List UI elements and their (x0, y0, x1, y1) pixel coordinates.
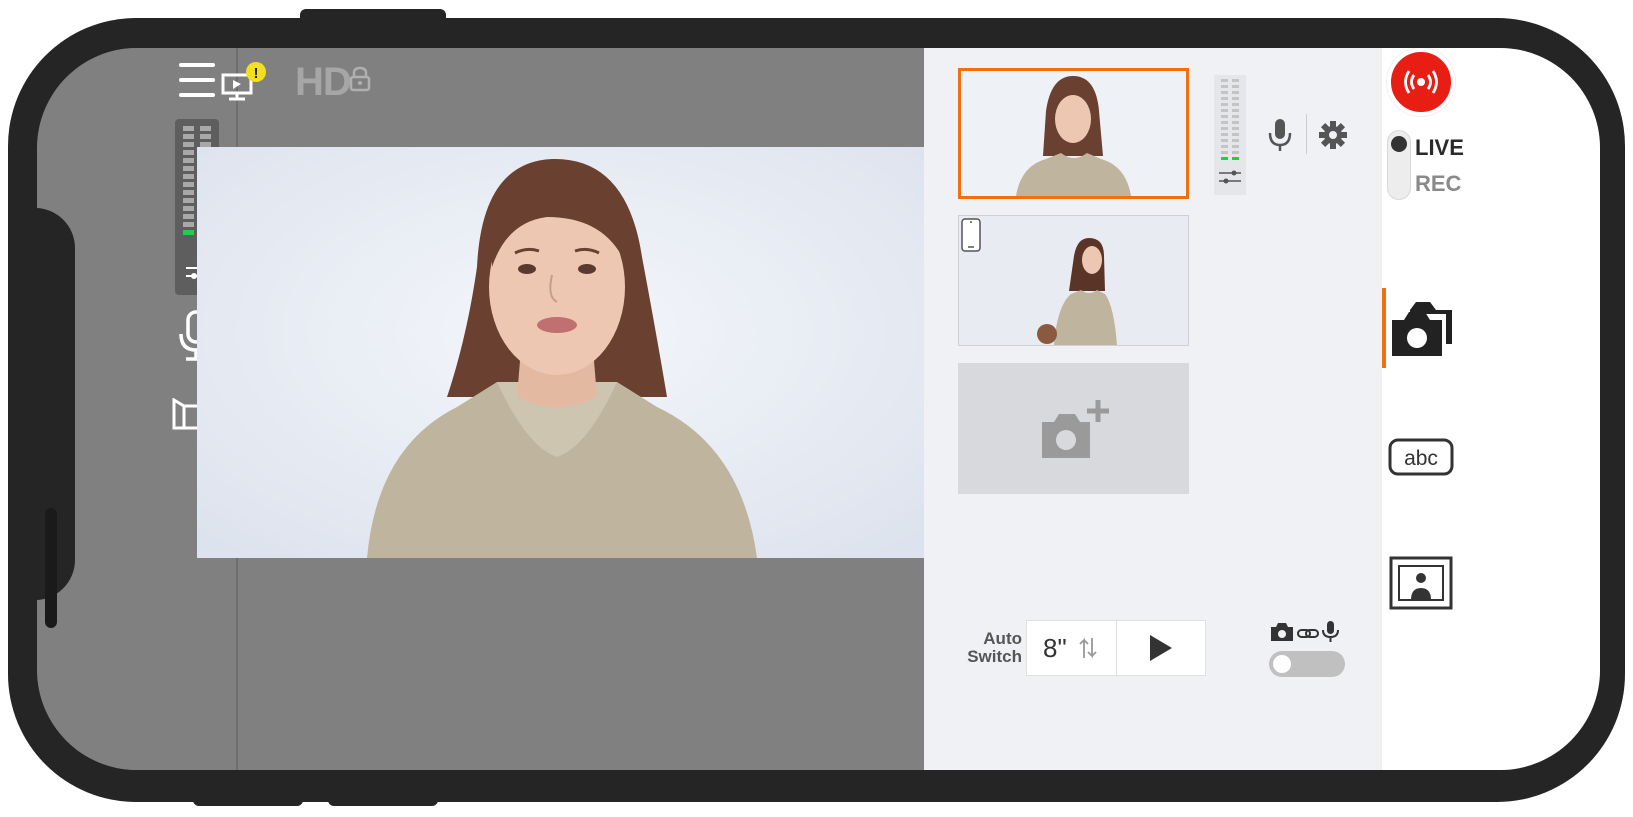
phone-speaker (45, 508, 57, 628)
phone-side-button (300, 9, 446, 23)
live-rec-switch[interactable] (1387, 130, 1411, 200)
live-rec-switch-knob (1391, 136, 1407, 152)
live-broadcast-icon (1404, 70, 1438, 94)
presenter-video-frame (197, 147, 924, 558)
mic-icon[interactable] (1267, 118, 1293, 152)
auto-switch-line2: Switch (967, 647, 1022, 666)
divider (1306, 114, 1307, 154)
svg-text:!: ! (254, 65, 259, 82)
switch-order-icon (1079, 637, 1097, 659)
camera-2-preview (959, 216, 1188, 345)
active-tab-indicator (1382, 288, 1386, 368)
phone-icon (961, 218, 981, 252)
camera-thumbnail-2[interactable] (958, 215, 1189, 346)
auto-switch-play-button[interactable] (1117, 621, 1205, 675)
camera-link-mic-icon (1271, 621, 1339, 642)
image-overlay-icon[interactable] (1389, 556, 1453, 610)
go-live-button[interactable] (1387, 48, 1455, 116)
camera-thumbnail-1[interactable] (958, 68, 1189, 199)
resolution-label: HD (295, 60, 352, 104)
meter-left-channel (183, 126, 194, 235)
phone-volume-button (193, 790, 303, 806)
gear-icon[interactable] (1318, 120, 1348, 150)
add-camera-icon (1041, 399, 1109, 458)
add-camera-button[interactable] (958, 363, 1189, 494)
toggle-knob (1273, 655, 1291, 673)
text-overlay-icon[interactable]: abc (1388, 438, 1454, 476)
monitor-alert-icon[interactable]: ! (221, 61, 267, 105)
camera-list-panel: Auto Switch 8" (924, 48, 1382, 770)
auto-switch-interval[interactable]: 8" (1027, 621, 1117, 675)
svg-text:abc: abc (1404, 447, 1438, 470)
phone-notch (37, 208, 75, 628)
live-mode-label[interactable]: LIVE (1415, 135, 1464, 161)
phone-volume-button (328, 790, 438, 806)
auto-switch-control: 8" (1026, 620, 1206, 676)
camera-mic-link-toggle[interactable] (1269, 651, 1345, 677)
play-icon (1150, 635, 1172, 661)
camera-preview[interactable] (197, 147, 924, 558)
cameras-icon[interactable] (1390, 300, 1454, 358)
auto-switch-label: Auto Switch (962, 630, 1022, 666)
camera-1-preview (961, 71, 1186, 196)
rec-mode-label[interactable]: REC (1415, 171, 1461, 197)
menu-icon[interactable] (178, 63, 216, 97)
camera-1-audio-meter[interactable] (1214, 75, 1246, 195)
auto-switch-line1: Auto (983, 629, 1022, 648)
app-screen: ! HD Auto Switch 8" LIVE REC abc (37, 48, 1600, 770)
lock-icon (349, 66, 371, 92)
auto-switch-interval-value: 8" (1043, 632, 1067, 663)
right-mode-bar: LIVE REC abc (1382, 48, 1600, 770)
